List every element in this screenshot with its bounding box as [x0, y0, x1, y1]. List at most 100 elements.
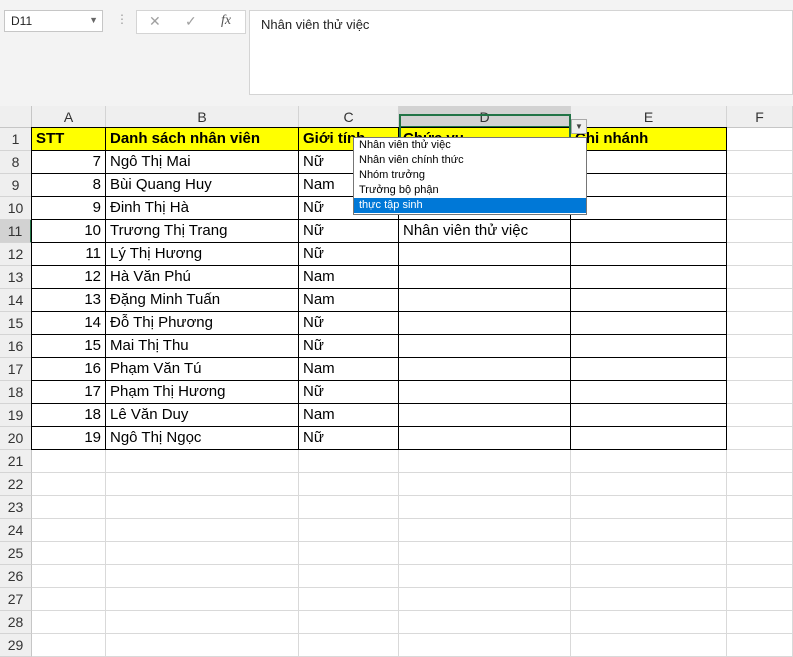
cell-e19[interactable] — [570, 403, 727, 427]
cell-f22[interactable] — [727, 473, 793, 496]
cell-d26[interactable] — [399, 565, 571, 588]
row-header-1[interactable]: 1 — [0, 128, 32, 151]
cell-a17[interactable]: 16 — [31, 357, 106, 381]
cell-f16[interactable] — [727, 335, 793, 358]
row-header-13[interactable]: 13 — [0, 266, 32, 289]
cell-e15[interactable] — [570, 311, 727, 335]
cell-e8[interactable] — [570, 150, 727, 174]
cell-f24[interactable] — [727, 519, 793, 542]
cell-d17[interactable] — [398, 357, 571, 381]
cell-c26[interactable] — [299, 565, 399, 588]
cell-b9[interactable]: Bùi Quang Huy — [105, 173, 299, 197]
cell-f8[interactable] — [727, 151, 793, 174]
cell-c21[interactable] — [299, 450, 399, 473]
cell-c11[interactable]: Nữ — [298, 219, 399, 243]
cell-e20[interactable] — [570, 426, 727, 450]
cell-b28[interactable] — [106, 611, 299, 634]
row-header-25[interactable]: 25 — [0, 542, 32, 565]
chevron-down-icon[interactable]: ▼ — [89, 15, 98, 25]
cell-a8[interactable]: 7 — [31, 150, 106, 174]
cell-a22[interactable] — [32, 473, 106, 496]
cell-b16[interactable]: Mai Thị Thu — [105, 334, 299, 358]
cell-a19[interactable]: 18 — [31, 403, 106, 427]
row-header-24[interactable]: 24 — [0, 519, 32, 542]
cell-f19[interactable] — [727, 404, 793, 427]
cell-d22[interactable] — [399, 473, 571, 496]
cell-f21[interactable] — [727, 450, 793, 473]
row-header-8[interactable]: 8 — [0, 151, 32, 174]
row-header-11[interactable]: 11 — [0, 220, 32, 243]
validation-dropdown-list[interactable]: Nhân viên thử việc Nhân viên chính thức Nh… — [353, 137, 587, 215]
cell-a27[interactable] — [32, 588, 106, 611]
cell-b20[interactable]: Ngô Thị Ngọc — [105, 426, 299, 450]
row-header-12[interactable]: 12 — [0, 243, 32, 266]
cell-d29[interactable] — [399, 634, 571, 657]
cell-e22[interactable] — [571, 473, 727, 496]
cell-a10[interactable]: 9 — [31, 196, 106, 220]
cell-e18[interactable] — [570, 380, 727, 404]
cell-c20[interactable]: Nữ — [298, 426, 399, 450]
cell-e13[interactable] — [570, 265, 727, 289]
cell-f28[interactable] — [727, 611, 793, 634]
cell-d23[interactable] — [399, 496, 571, 519]
cell-c27[interactable] — [299, 588, 399, 611]
cell-f17[interactable] — [727, 358, 793, 381]
cell-d11[interactable]: Nhân viên thử việc — [398, 219, 571, 243]
cell-e12[interactable] — [570, 242, 727, 266]
cell-b11[interactable]: Trương Thị Trang — [105, 219, 299, 243]
row-header-9[interactable]: 9 — [0, 174, 32, 197]
cell-b27[interactable] — [106, 588, 299, 611]
cell-c23[interactable] — [299, 496, 399, 519]
cell-d28[interactable] — [399, 611, 571, 634]
cell-e17[interactable] — [570, 357, 727, 381]
row-header-29[interactable]: 29 — [0, 634, 32, 657]
cell-d19[interactable] — [398, 403, 571, 427]
row-header-15[interactable]: 15 — [0, 312, 32, 335]
cell-d20[interactable] — [398, 426, 571, 450]
cell-b25[interactable] — [106, 542, 299, 565]
cell-b10[interactable]: Đinh Thị Hà — [105, 196, 299, 220]
cell-b21[interactable] — [106, 450, 299, 473]
cell-c25[interactable] — [299, 542, 399, 565]
cell-a25[interactable] — [32, 542, 106, 565]
cell-d12[interactable] — [398, 242, 571, 266]
cell-e29[interactable] — [571, 634, 727, 657]
cell-c16[interactable]: Nữ — [298, 334, 399, 358]
cell-d27[interactable] — [399, 588, 571, 611]
cell-b14[interactable]: Đặng Minh Tuấn — [105, 288, 299, 312]
column-header-f[interactable]: F — [727, 106, 793, 128]
cell-c29[interactable] — [299, 634, 399, 657]
cell-c18[interactable]: Nữ — [298, 380, 399, 404]
column-header-a[interactable]: A — [32, 106, 106, 128]
row-header-27[interactable]: 27 — [0, 588, 32, 611]
cell-d13[interactable] — [398, 265, 571, 289]
cell-e21[interactable] — [571, 450, 727, 473]
cell-a26[interactable] — [32, 565, 106, 588]
column-header-b[interactable]: B — [106, 106, 299, 128]
cell-f11[interactable] — [727, 220, 793, 243]
cell-e9[interactable] — [570, 173, 727, 197]
cell-a18[interactable]: 17 — [31, 380, 106, 404]
row-header-28[interactable]: 28 — [0, 611, 32, 634]
cell-d18[interactable] — [398, 380, 571, 404]
select-all-corner[interactable] — [0, 106, 32, 128]
cell-f23[interactable] — [727, 496, 793, 519]
row-header-19[interactable]: 19 — [0, 404, 32, 427]
row-header-21[interactable]: 21 — [0, 450, 32, 473]
cell-c17[interactable]: Nam — [298, 357, 399, 381]
cell-c15[interactable]: Nữ — [298, 311, 399, 335]
name-box[interactable]: D11 ▼ — [4, 10, 103, 32]
cell-c24[interactable] — [299, 519, 399, 542]
cell-b26[interactable] — [106, 565, 299, 588]
cell-b24[interactable] — [106, 519, 299, 542]
cell-f9[interactable] — [727, 174, 793, 197]
cell-a16[interactable]: 15 — [31, 334, 106, 358]
cell-a24[interactable] — [32, 519, 106, 542]
row-header-14[interactable]: 14 — [0, 289, 32, 312]
cell-e27[interactable] — [571, 588, 727, 611]
cell-f29[interactable] — [727, 634, 793, 657]
cell-d21[interactable] — [399, 450, 571, 473]
cell-f27[interactable] — [727, 588, 793, 611]
row-header-17[interactable]: 17 — [0, 358, 32, 381]
row-header-10[interactable]: 10 — [0, 197, 32, 220]
